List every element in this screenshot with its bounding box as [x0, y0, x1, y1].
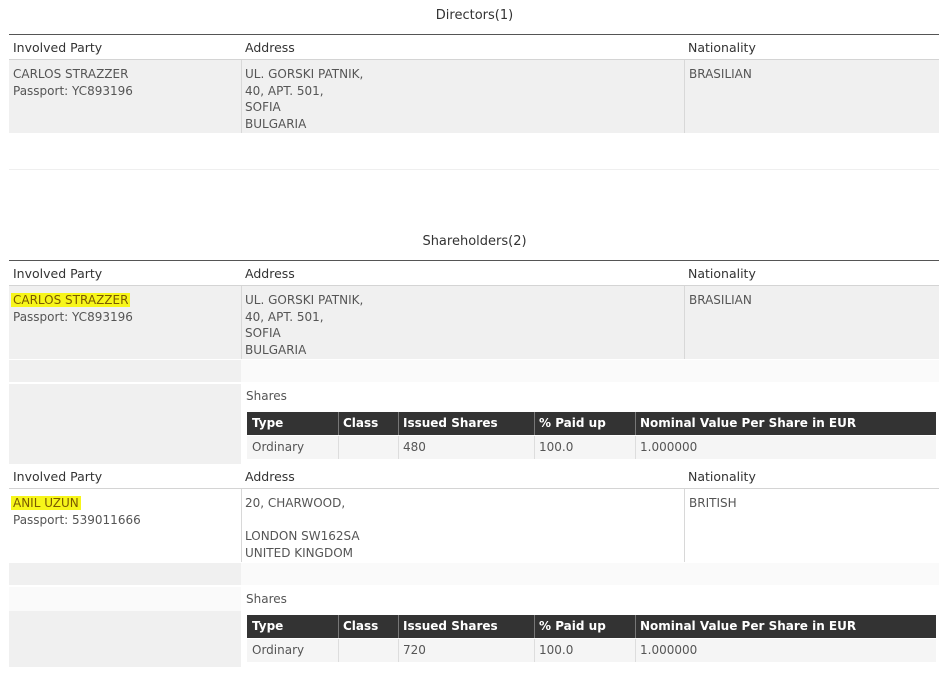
address-cell: UL. GORSKI PATNIK, 40, APT. 501, SOFIA B… — [245, 66, 363, 132]
address-line: SOFIA — [245, 100, 281, 114]
column-divider — [684, 489, 685, 562]
table-row: CARLOS STRAZZER Passport: YC893196 UL. G… — [9, 60, 939, 133]
column-header-involved-party: Involved Party — [13, 469, 103, 484]
shareholders-header-row: Involved Party Address Nationality — [9, 261, 939, 285]
address-line — [245, 512, 360, 529]
shares-label: Shares — [246, 592, 287, 606]
shares-label: Shares — [246, 389, 287, 403]
shares-table-row: Ordinary 480 100.0 1.000000 — [247, 436, 936, 459]
nationality-cell: BRITISH — [689, 496, 737, 510]
spacer-row — [9, 563, 939, 585]
party-passport: Passport: 539011666 — [13, 512, 141, 527]
nationality-cell: BRASILIAN — [689, 67, 752, 81]
shareholder-2-header-row: Involved Party Address Nationality — [9, 464, 939, 488]
shares-col-class: Class — [343, 416, 379, 430]
shares-col-nominal: Nominal Value Per Share in EUR — [640, 416, 857, 430]
address-line: LONDON SW162SA — [245, 529, 360, 543]
shares-label-row: Shares — [9, 587, 939, 611]
shares-col-paid: % Paid up — [539, 416, 606, 430]
column-divider — [684, 286, 685, 359]
section-separator — [9, 169, 939, 170]
shares-type: Ordinary — [252, 440, 305, 454]
address-line: BULGARIA — [245, 342, 307, 357]
column-header-address: Address — [245, 40, 295, 55]
address-line: UL. GORSKI PATNIK, — [245, 293, 364, 307]
column-divider — [241, 60, 242, 133]
party-name-highlighted: CARLOS STRAZZER — [11, 293, 131, 307]
shares-col-nominal: Nominal Value Per Share in EUR — [640, 619, 857, 633]
shares-col-class: Class — [343, 619, 379, 633]
party-cell: ANIL UZUN Passport: 539011666 — [11, 495, 141, 528]
address-line: 40, APT. 501, — [245, 309, 324, 324]
party-passport: Passport: YC893196 — [13, 309, 133, 324]
column-header-address: Address — [245, 266, 295, 281]
table-row: ANIL UZUN Passport: 539011666 20, CHARWO… — [9, 489, 939, 562]
shares-col-issued: Issued Shares — [403, 416, 498, 430]
shares-col-type: Type — [252, 619, 284, 633]
shares-paid: 100.0 — [539, 440, 574, 454]
party-passport: Passport: YC893196 — [13, 83, 133, 98]
address-line: SOFIA — [245, 326, 281, 340]
shares-col-type: Type — [252, 416, 284, 430]
address-line: 20, CHARWOOD, — [245, 496, 346, 510]
party-name: CARLOS STRAZZER — [13, 67, 129, 81]
shares-table-row: Ordinary 720 100.0 1.000000 — [247, 639, 936, 662]
column-header-nationality: Nationality — [688, 40, 756, 55]
directors-header-row: Involved Party Address Nationality — [9, 35, 939, 59]
address-line: UL. GORSKI PATNIK, — [245, 67, 364, 81]
shares-table-header: Type Class Issued Shares % Paid up Nomin… — [247, 412, 936, 435]
shares-label-row: Shares — [9, 384, 939, 408]
nationality-cell: BRASILIAN — [689, 293, 752, 307]
address-line: BULGARIA — [245, 116, 307, 131]
column-header-nationality: Nationality — [688, 469, 756, 484]
shares-issued: 720 — [403, 643, 426, 657]
column-header-nationality: Nationality — [688, 266, 756, 281]
party-name-highlighted: ANIL UZUN — [11, 496, 81, 510]
address-cell: 20, CHARWOOD, LONDON SW162SA UNITED KING… — [245, 495, 360, 561]
address-line: UNITED KINGDOM — [245, 545, 353, 560]
shares-nominal: 1.000000 — [640, 643, 698, 657]
address-line: 40, APT. 501, — [245, 83, 324, 98]
shares-type: Ordinary — [252, 643, 305, 657]
shareholders-title: Shareholders(2) — [422, 234, 527, 249]
address-cell: UL. GORSKI PATNIK, 40, APT. 501, SOFIA B… — [245, 292, 363, 358]
shares-col-issued: Issued Shares — [403, 619, 498, 633]
shares-col-paid: % Paid up — [539, 619, 606, 633]
shares-table: Type Class Issued Shares % Paid up Nomin… — [9, 408, 939, 464]
column-divider — [241, 286, 242, 359]
table-row: CARLOS STRAZZER Passport: YC893196 UL. G… — [9, 286, 939, 359]
column-header-involved-party: Involved Party — [13, 266, 103, 281]
shares-table-header: Type Class Issued Shares % Paid up Nomin… — [247, 615, 936, 638]
spacer-row — [9, 360, 939, 382]
shares-nominal: 1.000000 — [640, 440, 698, 454]
directors-title: Directors(1) — [435, 8, 514, 23]
column-divider — [684, 60, 685, 133]
column-header-address: Address — [245, 469, 295, 484]
shares-table: Type Class Issued Shares % Paid up Nomin… — [9, 611, 939, 667]
column-header-involved-party: Involved Party — [13, 40, 103, 55]
shares-issued: 480 — [403, 440, 426, 454]
page: Directors(1) Involved Party Address Nati… — [0, 0, 949, 677]
party-cell: CARLOS STRAZZER Passport: YC893196 — [11, 292, 133, 325]
party-cell: CARLOS STRAZZER Passport: YC893196 — [13, 66, 133, 99]
shares-paid: 100.0 — [539, 643, 574, 657]
column-divider — [241, 489, 242, 562]
